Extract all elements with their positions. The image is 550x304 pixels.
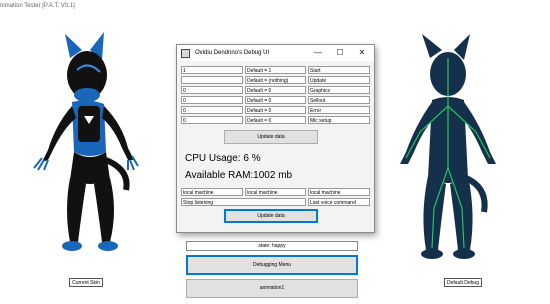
listen-status-field[interactable]: Stop listening [181,198,306,206]
sellout-default-field[interactable]: Default = 0 [245,96,306,104]
update-value-field[interactable] [181,76,243,84]
current-skin-button[interactable]: Current Skin [69,278,103,287]
close-button[interactable]: ✕ [351,45,373,61]
graphics-default-field[interactable]: Default = 0 [245,86,306,94]
mic-setup-value-field[interactable]: 0 [181,116,243,124]
skeleton-bones [405,58,491,249]
graphics-value-field[interactable]: 0 [181,86,243,94]
default-debug-model [400,34,496,259]
error-value-field[interactable]: 0 [181,106,243,114]
debugging-menu-button[interactable]: Debugging Menu [186,255,358,275]
update-data-button[interactable]: Update data [224,130,318,144]
right-leg-shape [94,178,114,242]
left-leg-shape [423,176,446,250]
debug-window[interactable]: Ovidiu Dendrino's Debug UI — ☐ ✕ 1 Defau… [176,44,375,233]
app-title: nimation Tester [P.A.T. V0.1] [0,3,75,9]
sellout-name-field[interactable]: Sellout [308,96,370,104]
animation1-button[interactable]: animation1 [186,279,358,298]
update-default-field[interactable]: Default = (nothing) [245,76,306,84]
debug-window-titlebar[interactable]: Ovidiu Dendrino's Debug UI — ☐ ✕ [177,45,374,61]
start-default-field[interactable]: Default = 1 [245,66,306,74]
start-name-field[interactable]: Start [308,66,370,74]
left-arm-shape [42,106,76,162]
mic-setup-name-field[interactable]: Mic setup [308,116,370,124]
default-debug-button[interactable]: Default Debug [444,278,482,287]
current-skin-model [33,32,139,251]
start-value-field[interactable]: 1 [181,66,243,74]
machine-field-1[interactable]: local machine [181,188,243,196]
error-name-field[interactable]: Error [308,106,370,114]
machine-field-3[interactable]: local machine [308,188,370,196]
maximize-button[interactable]: ☐ [329,45,351,61]
update-name-field[interactable]: Update [308,76,370,84]
left-leg-shape [67,178,86,242]
graphics-name-field[interactable]: Graphics [308,86,370,94]
right-leg-shape [450,176,473,250]
right-arm-shape [102,106,134,160]
app-icon [181,49,190,58]
error-default-field[interactable]: Default = 0 [245,106,306,114]
debug-window-title: Ovidiu Dendrino's Debug UI [195,50,270,56]
last-voice-command-field[interactable]: Last voice command [308,198,370,206]
cpu-usage-label: CPU Usage: 6 % [185,153,261,164]
left-ear-shape [422,34,442,58]
state-display: state: happy [186,241,358,251]
available-ram-label: Available RAM:1002 mb [185,170,293,181]
mic-setup-default-field[interactable]: Default = 0 [245,116,306,124]
app-titlebar: nimation Tester [P.A.T. V0.1] [0,0,550,12]
machine-field-2[interactable]: local machine [245,188,306,196]
update-data-button-2[interactable]: Update data [224,209,318,223]
sellout-value-field[interactable]: 0 [181,96,243,104]
minimize-button[interactable]: — [307,45,329,61]
